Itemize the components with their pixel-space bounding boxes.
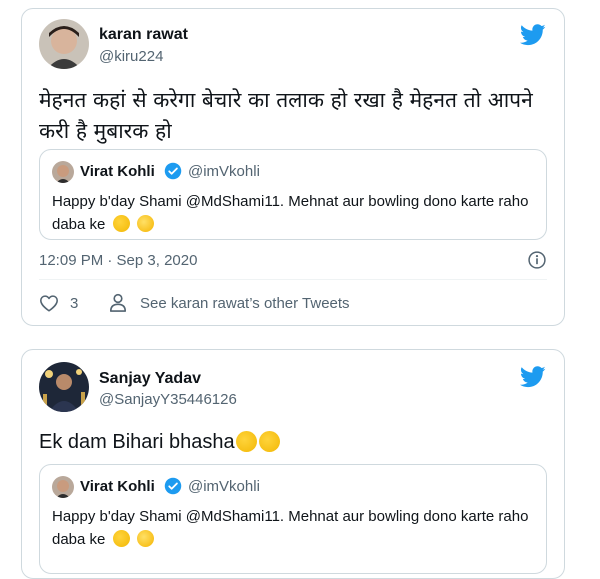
author-handle[interactable]: @kiru224	[99, 48, 163, 65]
heart-icon[interactable]	[39, 294, 59, 312]
avatar[interactable]	[39, 362, 89, 412]
divider	[39, 279, 547, 280]
author-name[interactable]: Sanjay Yadav	[99, 370, 201, 388]
quoted-avatar	[52, 161, 74, 183]
quoted-author-handle: @imVkohli	[188, 478, 260, 495]
tweet-text-content: Ek dam Bihari bhasha	[39, 431, 235, 453]
info-icon[interactable]	[527, 250, 547, 270]
quoted-author-name: Virat Kohli	[80, 163, 155, 180]
flexed-biceps-emoji	[112, 215, 130, 232]
flexed-biceps-emoji	[112, 530, 130, 547]
quoted-tweet[interactable]: Virat Kohli @imVkohli Happy b'day Shami …	[39, 149, 547, 240]
like-count[interactable]: 3	[70, 295, 78, 312]
author-handle[interactable]: @SanjayY35446126	[99, 391, 237, 408]
smiley-emoji	[136, 215, 154, 232]
verified-badge-icon	[164, 477, 182, 495]
avatar[interactable]	[39, 19, 89, 69]
tweet-card[interactable]: karan rawat @kiru224 मेहनत कहां से करेगा…	[21, 8, 565, 326]
quoted-tweet[interactable]: Virat Kohli @imVkohli Happy b'day Shami …	[39, 464, 547, 574]
timestamp[interactable]: 12:09 PM · Sep 3, 2020	[39, 252, 197, 269]
quoted-tweet-text: Happy b'day Shami @MdShami11. Mehnat aur…	[52, 190, 532, 236]
see-other-tweets-link[interactable]: See karan rawat’s other Tweets	[140, 295, 350, 312]
quoted-avatar	[52, 476, 74, 498]
twitter-bird-icon[interactable]	[520, 24, 546, 46]
tweet-text: Ek dam Bihari bhasha	[39, 429, 546, 455]
quoted-author-name: Virat Kohli	[80, 478, 155, 495]
quoted-tweet-text: Happy b'day Shami @MdShami11. Mehnat aur…	[52, 505, 532, 551]
twitter-bird-icon[interactable]	[520, 366, 546, 388]
tears-of-joy-emoji	[235, 431, 257, 452]
verified-badge-icon	[164, 162, 182, 180]
author-name[interactable]: karan rawat	[99, 26, 188, 44]
tweet-card[interactable]: Sanjay Yadav @SanjayY35446126 Ek dam Bih…	[21, 349, 565, 579]
tears-of-joy-emoji	[258, 431, 280, 452]
person-icon[interactable]	[109, 293, 127, 313]
quoted-author-handle: @imVkohli	[188, 163, 260, 180]
tweet-text: मेहनत कहां से करेगा बेचारे का तलाक हो रख…	[39, 88, 533, 143]
smiley-emoji	[136, 530, 154, 547]
